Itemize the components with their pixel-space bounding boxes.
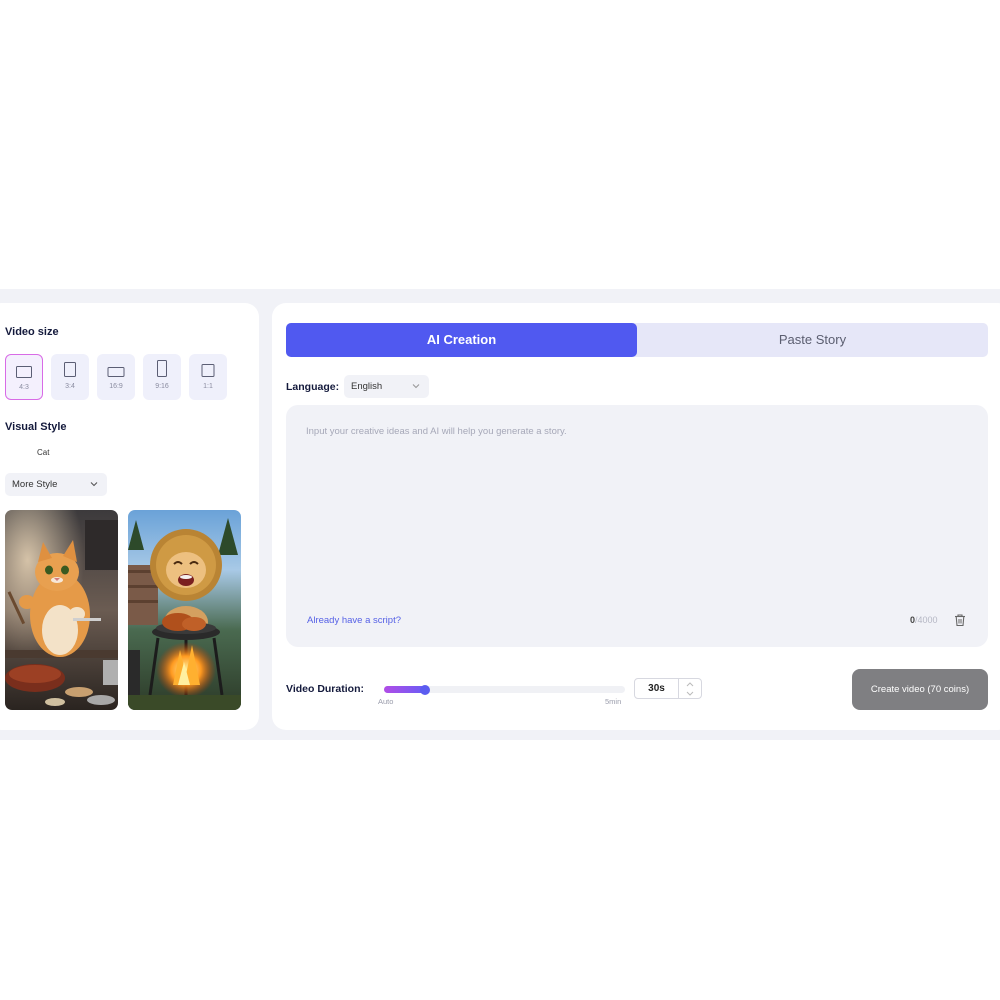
language-label: Language: (286, 381, 340, 393)
more-style-label: More Style (12, 479, 58, 490)
tab-paste-story[interactable]: Paste Story (637, 323, 988, 357)
tab-ai-creation[interactable]: AI Creation (286, 323, 637, 357)
visual-style-title: Visual Style (5, 421, 67, 433)
duration-stepper[interactable]: 30s (634, 678, 702, 699)
size-option-label: 1:1 (203, 383, 213, 390)
square-frame-icon (201, 364, 215, 377)
vertical-frame-icon (157, 360, 167, 377)
mode-tabs: AI Creation Paste Story (286, 323, 988, 357)
size-option-label: 16:9 (109, 383, 123, 390)
chevron-down-icon (412, 384, 420, 389)
create-video-button[interactable]: Create video (70 coins) (852, 669, 988, 710)
chevron-up-icon[interactable] (685, 680, 695, 689)
character-counter: 0/4000 (910, 615, 938, 625)
trash-icon[interactable] (953, 613, 967, 627)
size-option-label: 4:3 (19, 384, 29, 391)
video-size-title: Video size (5, 326, 59, 338)
style-thumbnail-lion-cat-grill[interactable] (128, 510, 241, 710)
duration-max-label: 5min (605, 697, 622, 706)
style-thumbnail-cat-chef[interactable] (5, 510, 118, 710)
size-option-label: 9:16 (155, 383, 169, 390)
chevron-down-icon[interactable] (685, 689, 695, 698)
widescreen-frame-icon (107, 367, 125, 377)
size-option-label: 3:4 (65, 383, 75, 390)
portrait-frame-icon (64, 362, 76, 377)
more-style-dropdown[interactable]: More Style (5, 473, 107, 496)
duration-slider-fill (384, 686, 425, 693)
story-input[interactable] (306, 426, 946, 576)
character-max: /4000 (915, 615, 938, 625)
size-option-4-3[interactable]: 4:3 (5, 354, 43, 400)
size-option-1-1[interactable]: 1:1 (189, 354, 227, 400)
language-dropdown[interactable]: English (344, 375, 429, 398)
size-option-16-9[interactable]: 16:9 (97, 354, 135, 400)
chevron-down-icon (90, 482, 98, 487)
duration-slider-handle[interactable] (419, 684, 430, 695)
lion-cat-grilling-image (128, 510, 241, 710)
duration-value[interactable]: 30s (635, 679, 679, 698)
video-duration-label: Video Duration: (286, 683, 364, 695)
duration-min-label: Auto (378, 697, 394, 706)
cat-chef-cooking-steak-image (5, 510, 118, 710)
size-option-9-16[interactable]: 9:16 (143, 354, 181, 400)
already-have-script-link[interactable]: Already have a script? (307, 615, 401, 626)
language-value: English (351, 381, 383, 392)
landscape-frame-icon (16, 366, 32, 378)
duration-slider[interactable] (384, 684, 625, 695)
current-style-label: Cat (37, 448, 50, 457)
size-option-3-4[interactable]: 3:4 (51, 354, 89, 400)
